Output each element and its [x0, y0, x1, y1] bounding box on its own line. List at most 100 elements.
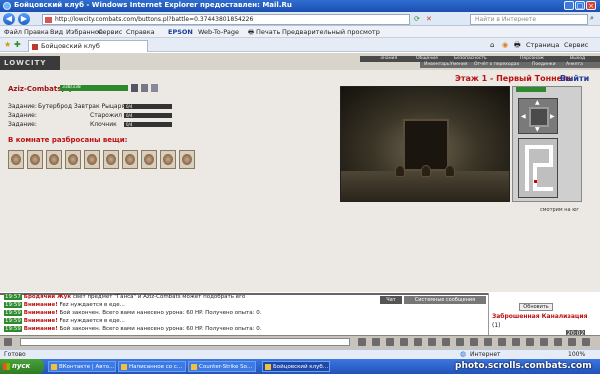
tab-active[interactable]: Бойцовский клуб: [28, 40, 148, 52]
toolbar-icon[interactable]: [358, 338, 366, 346]
exit-link[interactable]: Выйти: [560, 74, 589, 83]
toolbar-web-to-page[interactable]: Web-To-Page: [198, 28, 239, 36]
menu-file[interactable]: Файл: [4, 28, 22, 36]
stop-icon[interactable]: ✕: [426, 15, 432, 23]
toolbar-icon[interactable]: [554, 338, 562, 346]
search-input[interactable]: Найти в Интернете: [470, 14, 588, 25]
arrow-left-icon[interactable]: ◀: [521, 113, 526, 120]
toolbar-icon[interactable]: [456, 338, 464, 346]
movement-compass[interactable]: ▲ ▼ ◀ ▶: [518, 98, 558, 134]
loot-item[interactable]: [27, 150, 43, 169]
toolbar-icon[interactable]: [540, 338, 548, 346]
refresh-icon[interactable]: ⟳: [414, 15, 420, 23]
loot-item[interactable]: [141, 150, 157, 169]
nav-skills[interactable]: Умения: [450, 62, 467, 67]
spider-enemy[interactable]: [421, 165, 431, 177]
loot-item[interactable]: [8, 150, 24, 169]
taskbar-task[interactable]: Counter-Strike Source: [188, 361, 256, 372]
chat-input[interactable]: [20, 338, 350, 346]
menu-tools[interactable]: Сервис: [98, 28, 122, 36]
favorites-star-icon[interactable]: ★: [4, 40, 11, 49]
nav-inventory[interactable]: Инвентарь: [424, 62, 450, 67]
nav-exit[interactable]: Выход: [570, 56, 585, 61]
smiley-icon[interactable]: [4, 338, 12, 346]
toolbar-icon[interactable]: [582, 338, 590, 346]
print-cmd-icon[interactable]: 🖶: [514, 41, 521, 52]
url-field[interactable]: http://lowcity.combats.com/buttons.pl?ba…: [42, 14, 410, 25]
add-favorite-icon[interactable]: ✚: [14, 40, 21, 49]
loot-item[interactable]: [122, 150, 138, 169]
spider-enemy[interactable]: [395, 165, 405, 177]
menu-view[interactable]: Вид: [50, 28, 63, 36]
loot-item[interactable]: [103, 150, 119, 169]
toolbar-icon[interactable]: [372, 338, 380, 346]
loot-item[interactable]: [65, 150, 81, 169]
buff-icon[interactable]: [131, 84, 138, 92]
toolbar-icon[interactable]: [484, 338, 492, 346]
loot-item[interactable]: [84, 150, 100, 169]
toolbar-icon[interactable]: [400, 338, 408, 346]
tab-chat[interactable]: Чат: [380, 296, 402, 304]
chat-timestamp[interactable]: 19:59: [4, 326, 22, 332]
tab-system-messages[interactable]: Системные сообщения: [404, 296, 486, 304]
start-button[interactable]: пуск: [0, 359, 44, 374]
chat-timestamp[interactable]: 19:59: [4, 318, 22, 324]
nav-transfer-report[interactable]: Отчёт о переходах: [474, 62, 519, 67]
back-button[interactable]: ◀: [3, 13, 15, 25]
nav-character[interactable]: Персонаж: [520, 56, 544, 61]
arrow-up-icon[interactable]: ▲: [535, 99, 540, 106]
cmd-tools[interactable]: Сервис: [564, 41, 588, 49]
toolbar-print[interactable]: Печать: [256, 28, 280, 36]
loot-item[interactable]: [179, 150, 195, 169]
loot-item[interactable]: [46, 150, 62, 169]
task-app-icon: [51, 364, 57, 370]
search-icon[interactable]: ⌕: [590, 14, 594, 23]
menu-edit[interactable]: Правка: [24, 28, 49, 36]
nav-social[interactable]: Общение: [416, 56, 438, 61]
loot-item[interactable]: [160, 150, 176, 169]
toolbar-icon[interactable]: [386, 338, 394, 346]
dungeon-view[interactable]: [340, 86, 510, 202]
close-button[interactable]: ×: [586, 1, 596, 10]
taskbar-task[interactable]: Написанное со смо...: [118, 361, 186, 372]
nav-security[interactable]: Безопасность: [454, 56, 487, 61]
nav-knowledge[interactable]: Знания: [380, 56, 397, 61]
chat-lead: Внимание!: [21, 326, 58, 332]
taskbar-task[interactable]: ВКонтакте | Автор...: [48, 361, 116, 372]
toolbar-icon[interactable]: [512, 338, 520, 346]
loot-item-icon: [87, 154, 97, 165]
home-icon[interactable]: ⌂: [490, 41, 494, 49]
nav-fights[interactable]: Поединки: [532, 62, 556, 67]
toolbar-icon[interactable]: [498, 338, 506, 346]
toolbar-icon[interactable]: [414, 338, 422, 346]
chat-timestamp[interactable]: 19:59: [4, 310, 22, 316]
chat-timestamp[interactable]: 19:59: [4, 302, 22, 308]
taskbar-task[interactable]: Бойцовский клуб - ...: [262, 361, 330, 372]
toolbar-icon[interactable]: [568, 338, 576, 346]
arrow-down-icon[interactable]: ▼: [535, 126, 540, 133]
toolbar-print-preview[interactable]: Предварительный просмотр: [282, 28, 380, 36]
compass-center[interactable]: [529, 107, 549, 127]
tab-title: Бойцовский клуб: [41, 42, 100, 50]
toolbar-epson[interactable]: EPSON: [168, 28, 193, 36]
task-app-icon: [121, 364, 127, 370]
refresh-button[interactable]: Обновить: [519, 303, 553, 311]
cmd-page[interactable]: Страница: [526, 41, 559, 49]
buff-icon[interactable]: [141, 84, 148, 92]
arrow-right-icon[interactable]: ▶: [550, 113, 555, 120]
minimize-button[interactable]: _: [564, 1, 574, 10]
zoom-level[interactable]: 100%: [568, 351, 585, 358]
menu-help[interactable]: Справка: [126, 28, 155, 36]
feeds-icon[interactable]: ◉: [502, 41, 508, 49]
chat-timestamp[interactable]: 19:57: [4, 294, 22, 300]
loot-item-icon: [30, 154, 40, 165]
toolbar-icon[interactable]: [428, 338, 436, 346]
forward-button[interactable]: ▶: [18, 13, 30, 25]
toolbar-icon[interactable]: [470, 338, 478, 346]
nav-profile[interactable]: Анкета: [566, 62, 583, 67]
spider-enemy[interactable]: [445, 165, 455, 177]
toolbar-icon[interactable]: [526, 338, 534, 346]
maximize-button[interactable]: □: [575, 1, 585, 10]
toolbar-icon[interactable]: [442, 338, 450, 346]
buff-icon[interactable]: [151, 84, 158, 92]
